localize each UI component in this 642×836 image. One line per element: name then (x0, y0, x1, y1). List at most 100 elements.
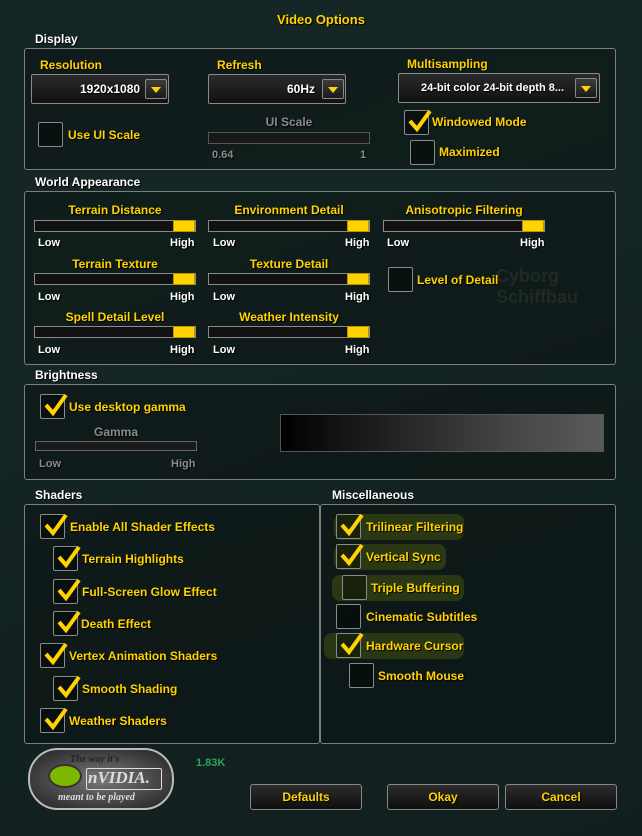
chevron-down-icon[interactable] (145, 79, 167, 99)
multisampling-dropdown[interactable]: 24-bit color 24-bit depth 8... (398, 73, 600, 103)
smooth-mouse-label: Smooth Mouse (378, 669, 464, 683)
gamma-high: High (171, 458, 196, 470)
environment-detail-high: High (345, 237, 370, 249)
slider-thumb[interactable] (347, 326, 369, 338)
cancel-button[interactable]: Cancel (505, 784, 617, 810)
death-effect-label: Death Effect (81, 617, 152, 631)
maximized-label: Maximized (439, 145, 500, 159)
gamma-slider[interactable] (35, 441, 197, 451)
slider-thumb[interactable] (173, 220, 195, 232)
level-of-detail-checkbox[interactable] (388, 267, 413, 292)
vertical-sync-checkbox[interactable] (336, 543, 364, 569)
anisotropic-filtering-slider[interactable] (383, 220, 545, 232)
checkmark-icon (44, 513, 68, 537)
slider-thumb[interactable] (522, 220, 544, 232)
anisotropic-filtering-low: Low (387, 237, 409, 249)
triple-buffering-checkbox[interactable] (342, 575, 367, 600)
resolution-label: Resolution (40, 58, 102, 72)
weather-shaders-checkbox[interactable] (40, 707, 68, 733)
enable-all-shader-effects-label: Enable All Shader Effects (70, 520, 215, 534)
checkmark-icon (57, 578, 81, 602)
hardware-cursor-checkbox[interactable] (336, 632, 364, 658)
gamma-label: Gamma (93, 425, 139, 439)
use-ui-scale-checkbox[interactable] (38, 122, 63, 147)
environment-detail-low: Low (213, 237, 235, 249)
terrain-distance-slider[interactable] (34, 220, 196, 232)
terrain-highlights-label: Terrain Highlights (82, 552, 184, 566)
checkmark-icon (408, 109, 432, 133)
vertical-sync-label: Vertical Sync (366, 550, 441, 564)
terrain-texture-slider[interactable] (34, 273, 196, 285)
cinematic-subtitles-checkbox[interactable] (336, 604, 361, 629)
logo-tagline-bottom: meant to be played (58, 792, 135, 803)
slider-thumb[interactable] (347, 220, 369, 232)
okay-button[interactable]: Okay (387, 784, 499, 810)
checkmark-icon (340, 543, 364, 567)
multisampling-label: Multisampling (407, 57, 488, 71)
full-screen-glow-effect-checkbox[interactable] (53, 578, 81, 604)
windowed-mode-checkbox[interactable] (404, 109, 432, 135)
terrain-highlights-checkbox[interactable] (53, 545, 81, 571)
slider-thumb[interactable] (173, 273, 195, 285)
weather-intensity-slider[interactable] (208, 326, 370, 338)
trilinear-filtering-checkbox[interactable] (336, 513, 364, 539)
resolution-value: 1920x1080 (80, 82, 141, 96)
smooth-shading-checkbox[interactable] (53, 675, 81, 701)
weather-intensity-high: High (345, 344, 370, 356)
refresh-label: Refresh (217, 58, 262, 72)
slider-thumb[interactable] (173, 326, 195, 338)
anisotropic-filtering-high: High (520, 237, 545, 249)
fps-counter: 1.83K (196, 757, 226, 769)
chevron-down-icon[interactable] (322, 79, 344, 99)
ui-scale-max: 1 (360, 149, 367, 161)
refresh-value: 60Hz (287, 82, 316, 96)
resolution-dropdown[interactable]: 1920x1080 (31, 74, 169, 104)
ui-scale-min: 0.64 (212, 149, 234, 161)
maximized-checkbox[interactable] (410, 140, 435, 165)
defaults-button[interactable]: Defaults (250, 784, 362, 810)
vertex-animation-shaders-label: Vertex Animation Shaders (69, 649, 218, 663)
nvidia-logo: The way it's nVIDIA. meant to be played (28, 748, 174, 810)
terrain-distance-high: High (170, 237, 195, 249)
vertex-animation-shaders-checkbox[interactable] (40, 642, 68, 668)
shaders-section-label: Shaders (35, 488, 83, 502)
terrain-texture-low: Low (38, 291, 60, 303)
environment-detail-slider[interactable] (208, 220, 370, 232)
level-of-detail-label: Level of Detail (417, 273, 499, 287)
windowed-mode-label: Windowed Mode (432, 115, 527, 129)
smooth-shading-label: Smooth Shading (82, 682, 178, 696)
checkmark-icon (57, 675, 81, 699)
cinematic-subtitles-label: Cinematic Subtitles (366, 610, 478, 624)
enable-all-shader-effects-checkbox[interactable] (40, 513, 68, 539)
checkmark-icon (44, 393, 68, 417)
miscellaneous-section-label: Miscellaneous (332, 488, 415, 502)
brightness-section-label: Brightness (35, 368, 98, 382)
world-appearance-section-label: World Appearance (35, 175, 141, 189)
spell-detail-level-label: Spell Detail Level (65, 310, 165, 324)
spell-detail-level-slider[interactable] (34, 326, 196, 338)
gamma-preview-gradient (280, 414, 604, 452)
chevron-down-icon[interactable] (575, 78, 597, 98)
use-desktop-gamma-label: Use desktop gamma (69, 400, 186, 414)
triple-buffering-label: Triple Buffering (371, 581, 460, 595)
texture-detail-low: Low (213, 291, 235, 303)
window-title: Video Options (277, 12, 365, 27)
spell-detail-level-high: High (170, 344, 195, 356)
miscellaneous-panel (320, 504, 616, 744)
refresh-dropdown[interactable]: 60Hz (208, 74, 346, 104)
slider-thumb[interactable] (347, 273, 369, 285)
display-panel (24, 48, 616, 170)
smooth-mouse-checkbox[interactable] (349, 663, 374, 688)
anisotropic-filtering-label: Anisotropic Filtering (405, 203, 523, 217)
multisampling-value: 24-bit color 24-bit depth 8... (421, 82, 565, 94)
ui-scale-slider[interactable] (208, 132, 370, 144)
display-section-label: Display (35, 32, 78, 46)
use-ui-scale-label: Use UI Scale (68, 128, 141, 142)
gamma-low: Low (39, 458, 61, 470)
death-effect-checkbox[interactable] (53, 610, 81, 636)
texture-detail-slider[interactable] (208, 273, 370, 285)
terrain-texture-high: High (170, 291, 195, 303)
spell-detail-level-low: Low (38, 344, 60, 356)
use-desktop-gamma-checkbox[interactable] (40, 393, 68, 419)
checkmark-icon (57, 545, 81, 569)
